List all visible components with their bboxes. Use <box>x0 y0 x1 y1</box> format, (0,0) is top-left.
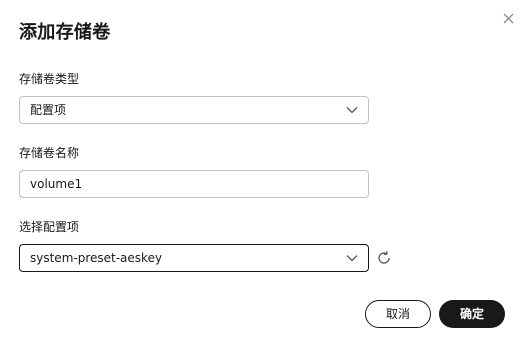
volume-type-select[interactable]: 配置项 <box>19 96 369 124</box>
volume-type-label: 存储卷类型 <box>19 72 80 86</box>
dialog-title: 添加存储卷 <box>19 22 111 43</box>
close-icon[interactable] <box>498 8 520 30</box>
chevron-down-icon <box>346 255 358 262</box>
config-item-select[interactable]: system-preset-aeskey <box>19 244 369 272</box>
volume-name-input[interactable]: volume1 <box>19 170 369 198</box>
cancel-button[interactable]: 取消 <box>365 300 431 328</box>
add-volume-dialog: 添加存储卷 存储卷类型 配置项 存储卷名称 volume1 选择配置项 syst… <box>0 0 531 351</box>
refresh-icon[interactable] <box>376 250 392 266</box>
chevron-down-icon <box>346 107 358 114</box>
config-item-value: system-preset-aeskey <box>30 251 163 265</box>
volume-name-value: volume1 <box>30 177 83 191</box>
volume-name-label: 存储卷名称 <box>19 146 80 160</box>
config-item-label: 选择配置项 <box>19 220 80 234</box>
confirm-button[interactable]: 确定 <box>439 300 505 328</box>
volume-type-value: 配置项 <box>30 103 67 117</box>
